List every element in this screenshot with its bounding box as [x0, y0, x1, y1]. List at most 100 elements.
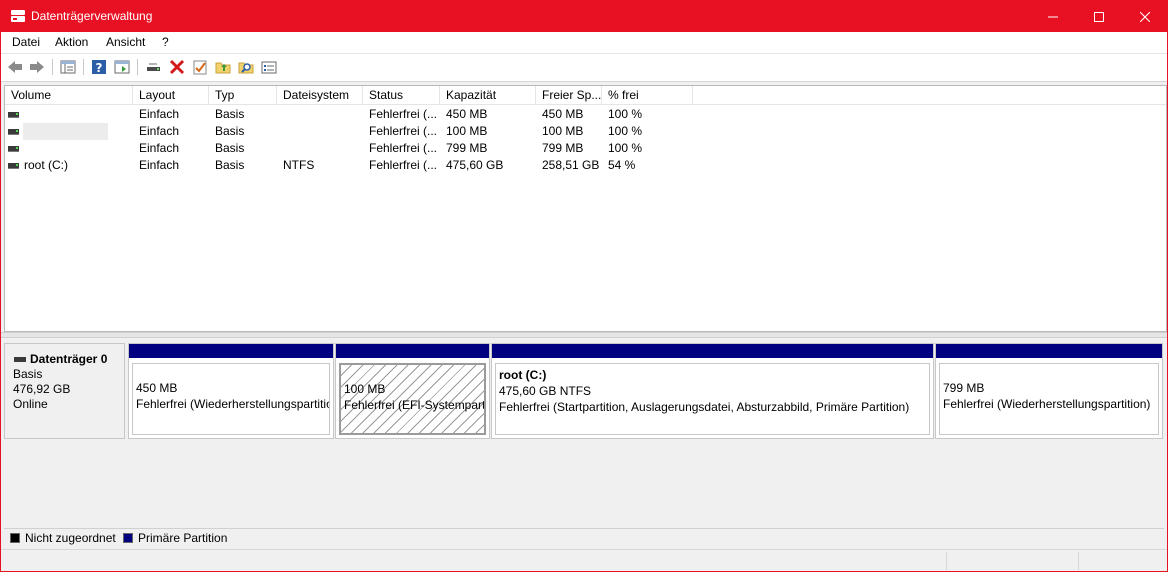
column-header-volume[interactable]: Volume — [5, 86, 133, 104]
partition-body: root (C:) 475,60 GB NTFS Fehlerfrei (Sta… — [495, 363, 930, 435]
cell-free-space: 450 MB — [542, 107, 584, 121]
cell-free-space: 258,51 GB — [542, 158, 600, 172]
toolbar-separator — [52, 59, 53, 75]
partition-bar — [936, 344, 1162, 358]
title-bar[interactable]: Datenträgerverwaltung — [1, 1, 1167, 32]
status-bar — [1, 549, 1167, 571]
cell-status: Fehlerfrei (... — [369, 124, 438, 138]
status-segment — [1078, 552, 1167, 570]
partition-status: Fehlerfrei (Startpartition, Auslagerungs… — [499, 400, 910, 414]
column-header-percent-free[interactable]: % frei — [602, 86, 693, 104]
partition-body: 799 MB Fehlerfrei (Wiederherstellungspar… — [939, 363, 1159, 435]
help-icon[interactable]: ? — [90, 58, 108, 76]
forward-icon[interactable] — [28, 58, 46, 76]
cell-type: Basis — [215, 158, 245, 172]
disk-state: Online — [13, 397, 48, 411]
minimize-button[interactable] — [1030, 1, 1076, 32]
column-header-status[interactable]: Status — [363, 86, 440, 104]
partition-recovery-2[interactable]: 799 MB Fehlerfrei (Wiederherstellungspar… — [935, 343, 1163, 439]
menu-aktion[interactable]: Aktion — [53, 35, 90, 49]
partition-efi[interactable]: 100 MB Fehlerfrei (EFI-Systempartition) — [335, 343, 490, 439]
column-header-layout[interactable]: Layout — [133, 86, 209, 104]
cell-free-space: 799 MB — [542, 141, 584, 155]
toolbar-separator — [83, 59, 84, 75]
cell-capacity: 450 MB — [446, 107, 488, 121]
disk-size: 476,92 GB — [13, 382, 71, 396]
cell-free-space: 100 MB — [542, 124, 584, 138]
drive-icon — [8, 129, 19, 135]
drive-icon — [8, 112, 19, 118]
legend: Nicht zugeordnet Primäre Partition — [4, 528, 1164, 547]
maximize-icon — [1094, 11, 1104, 22]
disk-graphical-view: Datenträger 0 Basis 476,92 GB Online 450… — [1, 337, 1167, 529]
back-icon[interactable] — [6, 58, 24, 76]
menu-bar: Datei Aktion Ansicht ? — [1, 32, 1167, 54]
cell-type: Basis — [215, 124, 245, 138]
volume-name-placeholder — [23, 123, 108, 140]
close-button[interactable] — [1122, 1, 1167, 32]
legend-primary: Primäre Partition — [138, 531, 228, 545]
disk-type: Basis — [13, 367, 43, 381]
cell-percent-free: 54 % — [608, 158, 636, 172]
menu-datei[interactable]: Datei — [10, 35, 42, 49]
column-header-free-space[interactable]: Freier Sp... — [536, 86, 602, 104]
window-title: Datenträgerverwaltung — [31, 9, 153, 23]
properties-icon[interactable] — [260, 58, 278, 76]
drive-icon — [8, 146, 19, 152]
search-icon[interactable] — [237, 58, 255, 76]
partition-size: 450 MB — [136, 381, 178, 395]
cell-percent-free: 100 % — [608, 124, 643, 138]
partition-bar — [336, 344, 489, 358]
cell-capacity: 100 MB — [446, 124, 488, 138]
toolbar-separator — [137, 59, 138, 75]
cell-status: Fehlerfrei (... — [369, 141, 438, 155]
unallocated-swatch — [10, 533, 20, 543]
partition-status: Fehlerfrei (EFI-Systempartition) — [344, 398, 486, 412]
volume-list[interactable]: Volume Layout Typ Dateisystem Status Kap… — [4, 85, 1167, 332]
partition-body: 450 MB Fehlerfrei (Wiederherstellungspar… — [132, 363, 330, 435]
legend-unallocated: Nicht zugeordnet — [25, 531, 116, 545]
cell-layout: Einfach — [139, 107, 180, 121]
minimize-icon — [1048, 16, 1058, 17]
svg-text:?: ? — [96, 61, 103, 75]
table-row[interactable]: root (C:) Einfach Basis NTFS Fehlerfrei … — [5, 157, 1166, 174]
column-header-type[interactable]: Typ — [209, 86, 277, 104]
menu-ansicht[interactable]: Ansicht — [104, 35, 147, 49]
cell-status: Fehlerfrei (... — [369, 158, 438, 172]
column-header-capacity[interactable]: Kapazität — [440, 86, 536, 104]
table-row[interactable]: Einfach Basis Fehlerfrei (... 450 MB 450… — [5, 106, 1166, 123]
properties-view-icon[interactable] — [113, 58, 131, 76]
check-icon[interactable] — [191, 58, 209, 76]
partition-root[interactable]: root (C:) 475,60 GB NTFS Fehlerfrei (Sta… — [491, 343, 934, 439]
close-icon — [1140, 11, 1150, 22]
console-tree-icon[interactable] — [59, 58, 77, 76]
maximize-button[interactable] — [1076, 1, 1122, 32]
partition-body: 100 MB Fehlerfrei (EFI-Systempartition) — [339, 363, 486, 435]
partition-size: 475,60 GB NTFS — [499, 384, 592, 398]
folder-up-icon[interactable] — [214, 58, 232, 76]
connect-drive-icon[interactable] — [145, 58, 163, 76]
column-header-filesystem[interactable]: Dateisystem — [277, 86, 363, 104]
menu-help[interactable]: ? — [160, 35, 171, 49]
delete-icon[interactable] — [168, 58, 186, 76]
cell-layout: Einfach — [139, 141, 180, 155]
partition-title: root (C:) — [499, 368, 547, 382]
cell-capacity: 799 MB — [446, 141, 488, 155]
table-row[interactable]: Einfach Basis Fehlerfrei (... 100 MB 100… — [5, 123, 1166, 140]
toolbar: ? — [1, 54, 1167, 82]
partition-bar — [492, 344, 933, 358]
cell-volume: root (C:) — [24, 158, 69, 172]
partition-status: Fehlerfrei (Wiederherstellungspartition) — [136, 397, 330, 411]
cell-percent-free: 100 % — [608, 141, 643, 155]
disk-icon — [14, 357, 26, 362]
disk-label[interactable]: Datenträger 0 Basis 476,92 GB Online — [4, 343, 125, 439]
cell-layout: Einfach — [139, 124, 180, 138]
table-row[interactable]: Einfach Basis Fehlerfrei (... 799 MB 799… — [5, 140, 1166, 157]
partition-status: Fehlerfrei (Wiederherstellungspartition) — [943, 397, 1151, 411]
cell-layout: Einfach — [139, 158, 180, 172]
partition-recovery-1[interactable]: 450 MB Fehlerfrei (Wiederherstellungspar… — [128, 343, 334, 439]
partition-size: 799 MB — [943, 381, 985, 395]
primary-partition-swatch — [123, 533, 133, 543]
disk-management-window: Datenträgerverwaltung Datei Aktion Ansic… — [0, 0, 1168, 572]
partition-bar — [129, 344, 333, 358]
